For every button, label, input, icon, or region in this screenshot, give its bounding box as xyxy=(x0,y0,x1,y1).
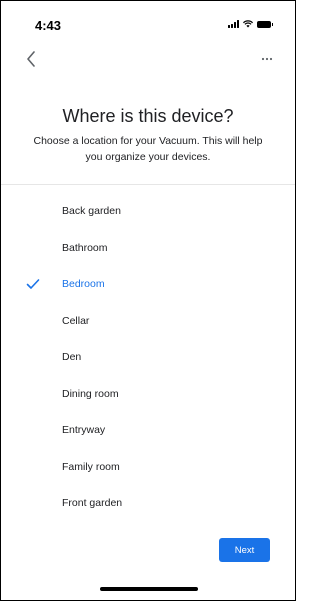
room-item-den[interactable]: Den xyxy=(1,339,295,376)
room-label: Family room xyxy=(62,460,120,473)
page-title: Where is this device? xyxy=(62,106,234,126)
status-bar: 4:43 xyxy=(1,1,295,41)
room-label: Den xyxy=(62,351,82,363)
wifi-icon xyxy=(243,20,253,28)
room-list: Back garden Bathroom Bedroom Cellar Den … xyxy=(1,193,295,522)
status-icons xyxy=(228,20,273,28)
room-item-bedroom[interactable]: Bedroom xyxy=(1,266,295,303)
room-item-front-garden[interactable]: Front garden xyxy=(1,485,295,522)
more-options-button[interactable] xyxy=(257,50,277,68)
battery-icon xyxy=(257,20,273,28)
back-button[interactable] xyxy=(21,48,41,70)
checkmark-icon xyxy=(26,279,40,289)
status-time: 4:43 xyxy=(35,18,62,33)
phone-screen: 4:43 Where is this device? Choose a loca… xyxy=(0,0,296,601)
room-label: Bedroom xyxy=(62,278,105,290)
room-item-entryway[interactable]: Entryway xyxy=(1,412,295,449)
room-label: Cellar xyxy=(62,314,90,327)
divider xyxy=(1,184,295,185)
room-label: Dining room xyxy=(62,387,119,400)
room-label: Bathroom xyxy=(62,241,108,254)
room-item-cellar[interactable]: Cellar xyxy=(1,303,295,340)
room-label: Front garden xyxy=(62,497,123,509)
home-indicator[interactable] xyxy=(100,587,198,591)
cellular-signal-icon xyxy=(228,20,239,28)
room-item-back-garden[interactable]: Back garden xyxy=(1,193,295,230)
room-item-family-room[interactable]: Family room xyxy=(1,449,295,486)
room-item-dining-room[interactable]: Dining room xyxy=(1,376,295,413)
page-subtitle: Choose a location for your Vacuum. This … xyxy=(33,135,263,163)
room-item-bathroom[interactable]: Bathroom xyxy=(1,230,295,267)
chevron-left-icon xyxy=(27,51,35,67)
more-horizontal-icon xyxy=(261,57,273,61)
room-label: Entryway xyxy=(62,424,106,436)
next-button[interactable]: Next xyxy=(219,538,270,562)
room-label: Back garden xyxy=(62,205,121,217)
